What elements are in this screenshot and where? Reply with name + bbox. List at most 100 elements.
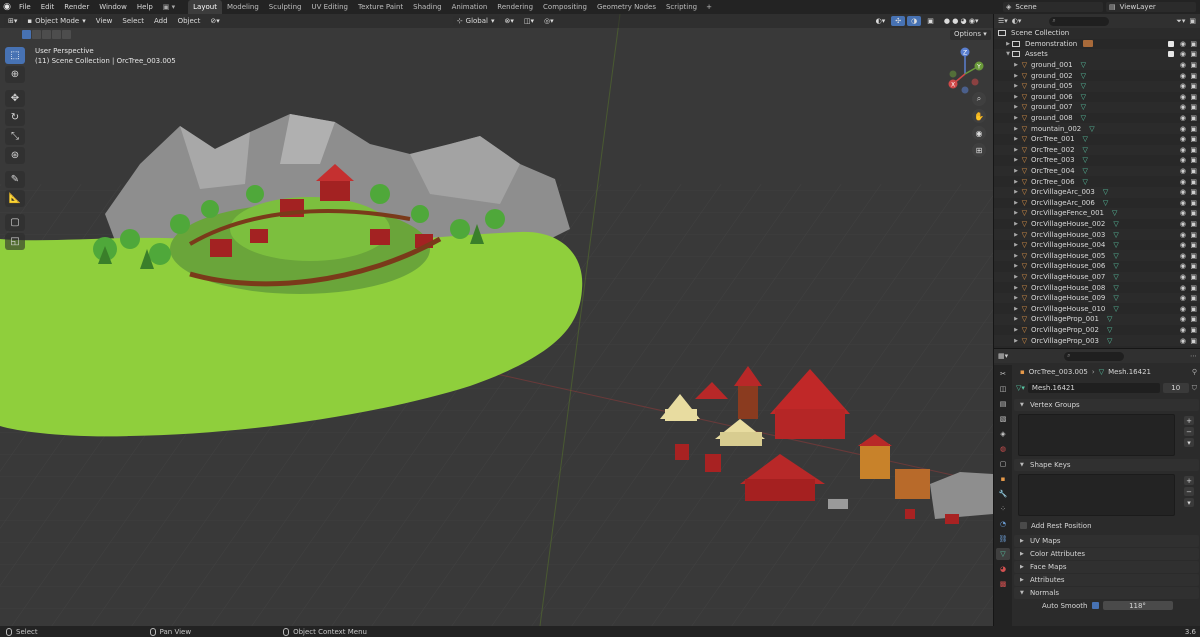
scene-tab-icon[interactable]: ◈ (996, 428, 1010, 440)
eye-icon[interactable]: ◉ (1180, 273, 1186, 281)
expand-arrow-icon[interactable]: ▶ (1012, 316, 1020, 322)
menu-file[interactable]: File (14, 0, 36, 14)
outliner-object-row[interactable]: ▶ ▽ OrcVillageHouse_002 ▽ ◉ ▣ (994, 219, 1200, 230)
eye-icon[interactable]: ◉ (1180, 93, 1186, 101)
scale-icon[interactable]: ⤡ (5, 128, 25, 145)
add-cube-icon[interactable]: ▢ (5, 214, 25, 231)
view-layer-tab-icon[interactable]: ▧ (996, 413, 1010, 425)
camera-icon[interactable]: ▣ (1190, 252, 1197, 260)
expand-arrow-icon[interactable]: ▶ (1012, 189, 1020, 195)
camera-icon[interactable]: ▣ (1190, 178, 1197, 186)
outliner-object-row[interactable]: ▶ ▽ OrcVillageHouse_008 ▽ ◉ ▣ (994, 282, 1200, 293)
attributes-panel-header[interactable]: ▶ Attributes (1014, 574, 1199, 586)
camera-icon[interactable]: ▣ (1190, 61, 1197, 69)
properties-editor-icon[interactable]: ▦▾ (998, 352, 1008, 360)
expand-arrow-icon[interactable]: ▶ (1012, 221, 1020, 227)
overlay-toggle-icon[interactable]: ◑ (907, 16, 922, 26)
select-invert-icon[interactable] (52, 30, 61, 39)
outliner-object-row[interactable]: ▶ ▽ OrcTree_002 ▽ ◉ ▣ (994, 144, 1200, 156)
eye-icon[interactable]: ◉ (1180, 337, 1186, 345)
pivot-icon[interactable]: ⊗▾ (501, 17, 518, 25)
outliner-object-row[interactable]: ▶ ▽ OrcVillageProp_002 ▽ ◉ ▣ (994, 325, 1200, 336)
camera-icon[interactable]: ▣ (1190, 262, 1197, 270)
ortho-grid-icon[interactable]: ⊞ (972, 143, 986, 157)
camera-icon[interactable]: ▣ (1190, 209, 1197, 217)
camera-icon[interactable]: ▣ (1190, 40, 1197, 48)
camera-icon[interactable]: ▣ (1190, 294, 1197, 302)
eye-icon[interactable]: ◉ (1180, 220, 1186, 228)
editor-type-button[interactable]: ⊞▾ (4, 16, 22, 26)
tab-rendering[interactable]: Rendering (492, 0, 538, 14)
eye-icon[interactable]: ◉ (1180, 167, 1186, 175)
expand-arrow-icon[interactable]: ▶ (1012, 168, 1020, 174)
pan-hand-icon[interactable]: ✋ (972, 109, 986, 123)
outliner-object-row[interactable]: ▶ ▽ OrcTree_003 ▽ ◉ ▣ (994, 155, 1200, 166)
constraints-tab-icon[interactable]: ⛓ (996, 533, 1010, 545)
eye-icon[interactable]: ◉ (1180, 82, 1186, 90)
menu-window[interactable]: Window (94, 0, 132, 14)
outliner-object-row[interactable]: ▶ ▽ OrcTree_001 ▽ ◉ ▣ (994, 134, 1200, 145)
eye-icon[interactable]: ◉ (1180, 188, 1186, 196)
collection-row-assets[interactable]: ▼ Assets ◉ ▣ (994, 49, 1200, 60)
expand-arrow-icon[interactable]: ▶ (1012, 200, 1020, 206)
shape-key-menu-button[interactable]: ▾ (1184, 498, 1194, 507)
display-mode-icon[interactable]: ◐▾ (1012, 17, 1022, 25)
tab-sculpting[interactable]: Sculpting (264, 0, 307, 14)
eye-icon[interactable]: ◉ (1180, 178, 1186, 186)
physics-tab-icon[interactable]: ◔ (996, 518, 1010, 530)
gizmo-toggle-icon[interactable]: ✣ (891, 16, 906, 26)
select-box-icon[interactable]: ⬚ (5, 47, 25, 64)
zoom-icon[interactable]: ⌕ (972, 92, 986, 106)
output-tab-icon[interactable]: ▤ (996, 398, 1010, 410)
eye-icon[interactable]: ◉ (1180, 125, 1186, 133)
add-primitive-icon[interactable]: ◱ (5, 233, 25, 250)
blender-logo-icon[interactable]: ◉ (0, 0, 14, 14)
remove-shape-key-button[interactable]: − (1184, 487, 1194, 496)
annotate-icon[interactable]: ✎ (5, 171, 25, 188)
menu-object[interactable]: Object (174, 17, 205, 25)
tab-modeling[interactable]: Modeling (222, 0, 264, 14)
eye-icon[interactable]: ◉ (1180, 199, 1186, 207)
expand-arrow-icon[interactable]: ▶ (1012, 126, 1020, 132)
eye-icon[interactable]: ◉ (1180, 231, 1186, 239)
mesh-data-tab-icon[interactable]: ▽ (996, 548, 1010, 560)
outliner-object-row[interactable]: ▶ ▽ OrcTree_006 ▽ ◉ ▣ (994, 176, 1200, 187)
add-shape-key-button[interactable]: + (1184, 476, 1194, 485)
normals-panel-header[interactable]: ▼ Normals (1014, 587, 1199, 599)
new-collection-icon[interactable]: ▣ (1189, 17, 1196, 25)
tab-texture-paint[interactable]: Texture Paint (353, 0, 408, 14)
select-intersect-icon[interactable] (62, 30, 71, 39)
expand-arrow-icon[interactable]: ▶ (1012, 242, 1020, 248)
color-attributes-panel-header[interactable]: ▶ Color Attributes (1014, 548, 1199, 560)
camera-icon[interactable]: ▣ (1190, 93, 1197, 101)
cursor-icon[interactable]: ⊕ (5, 66, 25, 83)
camera-icon[interactable]: ▣ (1190, 241, 1197, 249)
object-tab-icon[interactable]: ▪ (996, 473, 1010, 485)
include-checkbox[interactable] (1168, 40, 1174, 47)
vertex-groups-panel-header[interactable]: ▼ Vertex Groups (1014, 399, 1199, 411)
auto-smooth-checkbox[interactable] (1091, 602, 1099, 609)
camera-icon[interactable]: ▣ (1190, 156, 1197, 164)
select-extend-icon[interactable] (32, 30, 41, 39)
outliner-object-row[interactable]: ▶ ▽ OrcVillageHouse_009 ▽ ◉ ▣ (994, 292, 1200, 304)
vertex-group-menu-button[interactable]: ▾ (1184, 438, 1194, 447)
scene-collection-row[interactable]: Scene Collection (994, 28, 1200, 39)
mesh-name-field[interactable]: Mesh.16421 (1027, 383, 1160, 393)
expand-arrow-icon[interactable]: ▶ (1012, 274, 1020, 280)
eye-icon[interactable]: ◉ (1180, 103, 1186, 111)
transform-icon[interactable]: ⊛ (5, 147, 25, 164)
eye-icon[interactable]: ◉ (1180, 72, 1186, 80)
transform-orientation-selector[interactable]: ⊹ Global ▾ (452, 16, 499, 26)
outliner-object-row[interactable]: ▶ ▽ OrcVillageHouse_010 ▽ ◉ ▣ (994, 303, 1200, 314)
select-subtract-icon[interactable] (42, 30, 51, 39)
eye-icon[interactable]: ◉ (1180, 294, 1186, 302)
eye-icon[interactable]: ◉ (1180, 40, 1186, 48)
outliner-object-row[interactable]: ▶ ▽ mountain_002 ▽ ◉ ▣ (994, 123, 1200, 134)
camera-icon[interactable]: ▣ (1190, 82, 1197, 90)
texture-tab-icon[interactable]: ▩ (996, 578, 1010, 590)
pin-icon[interactable]: ⚲ (1192, 368, 1197, 376)
properties-search-input[interactable]: ⌕ (1064, 351, 1125, 361)
tab-layout[interactable]: Layout (188, 0, 222, 14)
camera-icon[interactable]: ▣ (1190, 199, 1197, 207)
eye-icon[interactable]: ◉ (1180, 209, 1186, 217)
